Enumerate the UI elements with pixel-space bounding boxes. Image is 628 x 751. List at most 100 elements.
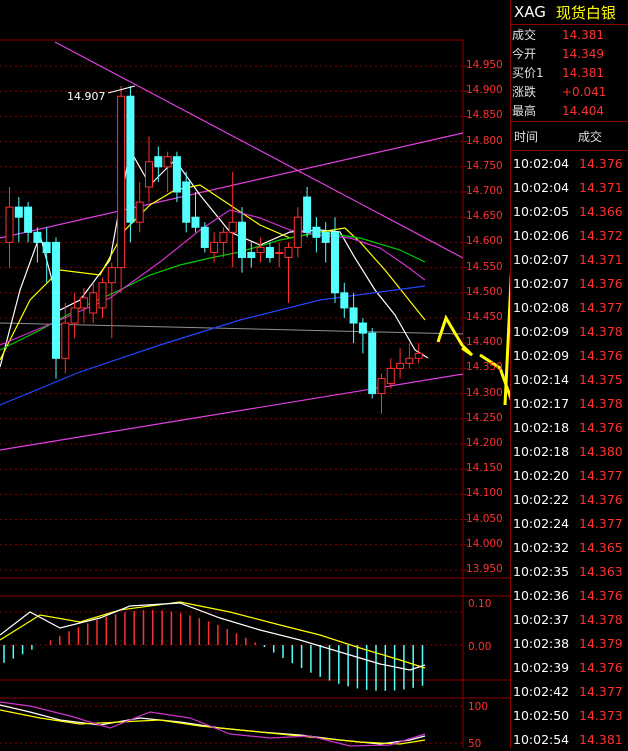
candle-up xyxy=(5,206,14,243)
trade-price: 14.378 xyxy=(579,323,623,339)
stat-row: 买价1 14.381 xyxy=(511,63,628,82)
stat-label: 涨跌 xyxy=(512,85,537,99)
kline-chart-svg[interactable] xyxy=(0,0,510,748)
trade-row: 10:02:50 14.373 xyxy=(511,703,628,727)
trade-time: 10:02:18 xyxy=(513,443,570,459)
trade-price: 14.377 xyxy=(579,515,623,531)
trade-price: 14.377 xyxy=(579,467,623,483)
candle-down xyxy=(312,226,321,238)
candle-up xyxy=(396,362,405,369)
trade-row: 10:02:22 14.376 xyxy=(511,487,628,511)
trade-time: 10:02:39 xyxy=(513,659,570,675)
trade-row: 10:02:04 14.376 xyxy=(511,151,628,175)
candle-up xyxy=(79,297,88,309)
trade-time: 10:02:18 xyxy=(513,419,570,435)
candle-down xyxy=(358,322,367,334)
trade-row: 10:02:18 14.376 xyxy=(511,415,628,439)
price-axis-label: 14.900 xyxy=(466,84,503,97)
symbol-name: 现货白银 xyxy=(555,3,616,22)
trade-row: 10:02:14 14.375 xyxy=(511,367,628,391)
candle-down xyxy=(265,246,274,259)
price-axis-label: 14.350 xyxy=(466,361,503,374)
stat-label: 买价1 xyxy=(512,66,544,80)
price-axis-label: 14.150 xyxy=(466,462,503,475)
trade-price: 14.365 xyxy=(579,539,623,555)
trade-price: 14.378 xyxy=(579,611,623,627)
trade-price: 14.376 xyxy=(579,659,623,675)
stat-value: 14.381 xyxy=(562,27,604,42)
trade-row: 10:02:04 14.371 xyxy=(511,175,628,199)
trades-header-time: 时间 xyxy=(514,129,539,144)
kline-chart-area[interactable]: 14.950 14.900 14.850 14.800 14.750 14.700 14.6… xyxy=(0,0,510,750)
stat-value: 14.349 xyxy=(562,46,604,61)
trade-price: 14.376 xyxy=(579,155,623,171)
macd-axis-top: 0.10 xyxy=(468,598,492,610)
price-axis-label: 14.950 xyxy=(466,59,503,71)
trade-time: 10:02:35 xyxy=(513,563,570,579)
candle-up xyxy=(219,231,228,243)
price-axis-label: 14.750 xyxy=(466,159,503,172)
stat-row: 成交 14.381 xyxy=(511,25,628,44)
trade-price: 14.376 xyxy=(579,419,623,435)
trade-row: 10:02:05 14.366 xyxy=(511,199,628,223)
candle-up xyxy=(98,282,107,309)
trade-price: 14.380 xyxy=(579,443,623,459)
candle-up xyxy=(386,367,395,385)
kdj-axis-mid: 50 xyxy=(468,738,482,750)
price-axis-label: 14.250 xyxy=(466,411,503,424)
stat-label: 今开 xyxy=(512,47,537,61)
price-axis-label: 14.450 xyxy=(466,311,503,323)
candle-up xyxy=(145,161,153,188)
trade-row: 10:02:38 14.379 xyxy=(511,631,628,655)
trade-time: 10:02:04 xyxy=(513,179,570,195)
stat-value: 14.404 xyxy=(562,103,604,118)
symbol-header[interactable]: XAG 现货白银 xyxy=(511,0,628,25)
candle-down xyxy=(247,251,256,259)
trade-time: 10:02:04 xyxy=(513,155,570,171)
candle-down xyxy=(368,332,377,395)
candle-up xyxy=(293,216,302,248)
trades-list[interactable]: 10:02:04 14.376 10:02:04 14.371 10:02:05 14.3… xyxy=(511,151,628,751)
price-axis-label: 14.200 xyxy=(466,437,503,449)
trade-row: 10:02:08 14.377 xyxy=(511,295,628,319)
price-axis-label: 14.650 xyxy=(466,210,503,223)
candle-up xyxy=(284,246,293,259)
candle-up xyxy=(210,241,219,253)
trade-row: 10:02:42 14.377 xyxy=(511,679,628,703)
trade-row: 10:02:06 14.372 xyxy=(511,223,628,247)
trade-time: 10:02:06 xyxy=(513,227,570,243)
candle-up xyxy=(61,322,70,359)
trade-row: 10:02:39 14.376 xyxy=(511,655,628,679)
price-axis-label: 14.400 xyxy=(466,336,503,349)
stat-row: 最高 14.404 xyxy=(511,101,628,120)
stat-label: 最高 xyxy=(512,104,537,118)
candle-down xyxy=(172,156,181,193)
candle-down xyxy=(200,226,209,248)
candle-down xyxy=(42,241,51,253)
price-axis-label: 14.850 xyxy=(466,109,503,122)
trade-time: 10:02:09 xyxy=(513,323,570,339)
candle-up xyxy=(135,201,144,223)
trade-time: 10:02:37 xyxy=(513,611,570,627)
candle-down xyxy=(191,216,200,228)
trade-price: 14.376 xyxy=(579,347,623,363)
trade-row: 10:02:07 14.376 xyxy=(511,271,628,295)
stat-value: +0.041 xyxy=(562,84,607,99)
candle-down xyxy=(14,206,23,218)
trade-price: 14.377 xyxy=(579,299,623,315)
trade-time: 10:02:36 xyxy=(513,587,570,603)
candle-up xyxy=(70,307,79,324)
stat-row: 今开 14.349 xyxy=(511,44,628,63)
candle-down xyxy=(303,196,312,233)
trade-price: 14.377 xyxy=(579,683,623,699)
price-axis-label: 14.700 xyxy=(466,185,503,197)
price-axis-label: 14.600 xyxy=(466,235,503,248)
macd-dif-line xyxy=(0,602,426,671)
price-axis-label: 13.950 xyxy=(466,563,503,575)
candle-up xyxy=(163,156,172,168)
kdj-j-line xyxy=(0,701,426,747)
candle-down xyxy=(321,231,330,243)
stat-value: 14.381 xyxy=(562,65,604,80)
trendline-flat xyxy=(0,322,464,335)
high-price-annotation: 14.907 xyxy=(67,90,106,103)
